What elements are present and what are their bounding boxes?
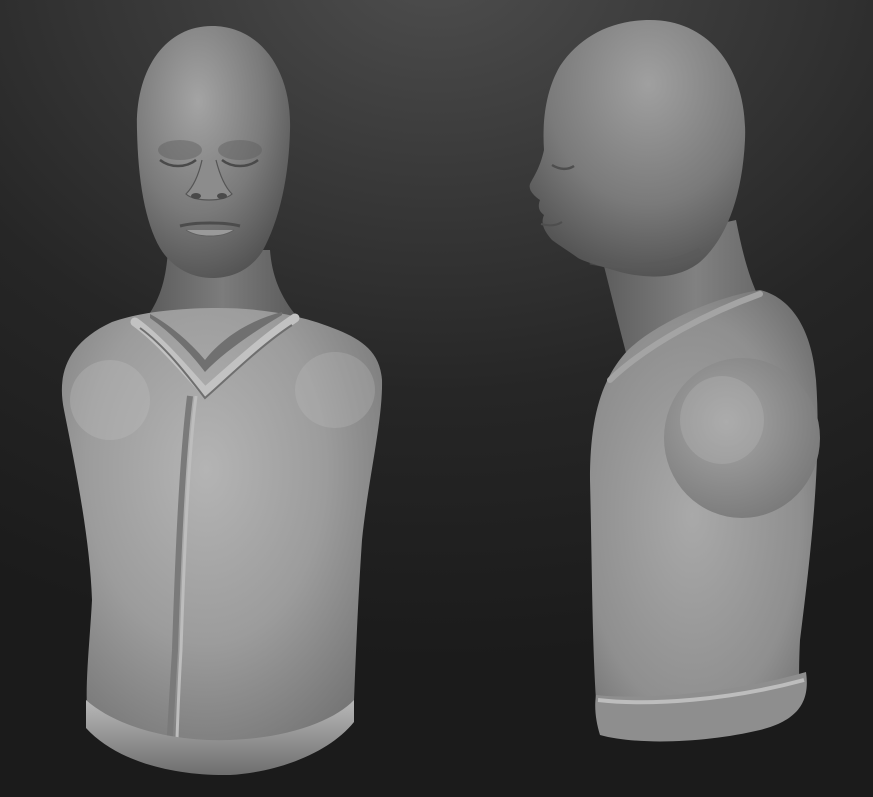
front-bust-model	[61, 26, 383, 776]
front-head	[136, 26, 291, 278]
sculpt-viewport[interactable]	[0, 0, 873, 797]
render-canvas	[61, 20, 820, 776]
side-bust-model	[529, 20, 820, 742]
side-head	[529, 20, 746, 277]
